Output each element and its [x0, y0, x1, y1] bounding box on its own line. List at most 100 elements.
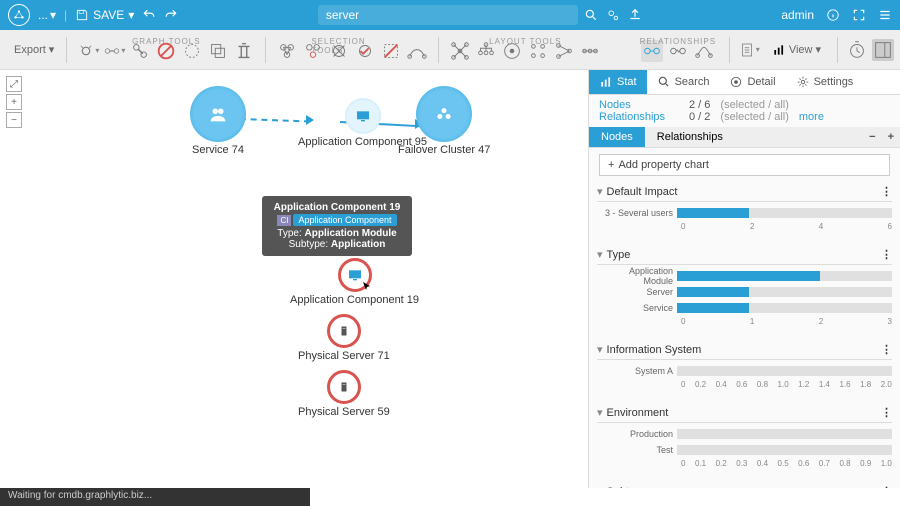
fit-button[interactable]: ⤢ — [6, 76, 22, 92]
info-button[interactable] — [826, 8, 840, 22]
tab-label: Stat — [617, 76, 637, 88]
section-label: RELATIONSHIPS — [640, 37, 716, 46]
chart-menu-button[interactable]: ⋮ — [881, 185, 892, 198]
chevron-down-icon: ▾ — [128, 8, 134, 22]
bar-track[interactable] — [677, 445, 892, 455]
x-axis: 0246 — [597, 222, 892, 231]
panel-toggle-tool[interactable] — [872, 39, 894, 61]
add-property-chart-button[interactable]: + Add property chart — [599, 154, 890, 176]
status-text: Waiting for cmdb.graphlytic.biz... — [8, 490, 152, 501]
rels-link[interactable]: Relationships — [599, 111, 679, 123]
view-button[interactable]: View ▾ — [764, 40, 829, 60]
bar-track[interactable] — [677, 287, 892, 297]
select-path-tool[interactable] — [406, 40, 428, 62]
chart-menu-button[interactable]: ⋮ — [881, 343, 892, 356]
export-button[interactable]: Export ▾ — [6, 40, 62, 59]
fullscreen-button[interactable] — [852, 8, 866, 22]
hamburger-button[interactable] — [878, 8, 892, 22]
chevron-down-icon[interactable]: ▾ — [597, 185, 603, 198]
gear-icon — [796, 75, 810, 89]
bar-track[interactable] — [677, 208, 892, 218]
divider — [66, 37, 67, 63]
layout-timeline-tool[interactable] — [579, 40, 601, 62]
nodes-link[interactable]: Nodes — [599, 99, 679, 111]
chevron-down-icon: ▾ — [50, 8, 56, 22]
zoom-out-button[interactable]: − — [6, 112, 22, 128]
plus-icon: + — [608, 159, 614, 171]
node-tooltip: Application Component 19 CIApplication C… — [262, 196, 412, 256]
bar-label: Test — [597, 445, 677, 455]
chart-title: Type — [607, 249, 631, 261]
document-tool[interactable]: ▾ — [738, 39, 760, 61]
divider — [837, 37, 838, 63]
chevron-down-icon[interactable]: ▾ — [597, 343, 603, 356]
node-phys-server-71[interactable]: Physical Server 71 — [298, 314, 390, 362]
user-label[interactable]: admin — [781, 8, 814, 22]
tab-detail[interactable]: Detail — [719, 70, 785, 94]
monitor-icon — [355, 108, 371, 124]
node-label: Physical Server 71 — [298, 350, 390, 362]
detail-icon — [729, 75, 743, 89]
upload-icon — [628, 8, 642, 22]
section-label: SELECTION TOOLS — [311, 37, 393, 55]
type-badge: Application Component — [293, 214, 396, 226]
subtab-relationships[interactable]: Relationships — [645, 127, 735, 147]
clone-tool[interactable] — [207, 40, 229, 62]
chevron-down-icon: ▾ — [49, 43, 55, 56]
subtabs: Nodes Relationships − + — [589, 127, 900, 148]
right-tools: RELATIONSHIPS ▾ View ▾ — [635, 37, 894, 63]
chart-menu-button[interactable]: ⋮ — [881, 406, 892, 419]
main-menu-dropdown[interactable]: ... ▾ — [38, 8, 56, 22]
zoom-in-button[interactable]: + — [6, 94, 22, 110]
expand-all-button[interactable]: + — [882, 131, 900, 143]
graph-tools-section: GRAPH TOOLS ▾ ▾ — [71, 38, 261, 62]
chart-default-impact: ▾Default Impact⋮ 3 - Several users 0246 — [597, 182, 892, 235]
chart-title: Information System — [607, 344, 702, 356]
bar-track[interactable] — [677, 303, 892, 313]
chevron-down-icon[interactable]: ▾ — [597, 248, 603, 261]
timer-tool[interactable] — [846, 39, 868, 61]
settings-gears-button[interactable] — [606, 5, 620, 25]
selection-stats: Nodes 2 / 6 (selected / all) Relationshi… — [589, 95, 900, 127]
save-button[interactable]: SAVE ▾ — [75, 8, 134, 22]
server-icon — [338, 378, 350, 396]
chevron-down-icon[interactable]: ▾ — [597, 406, 603, 419]
node-phys-server-59[interactable]: Physical Server 59 — [298, 370, 390, 418]
node-failover-47[interactable]: Failover Cluster 47 — [398, 86, 490, 156]
search-value: server — [326, 8, 570, 22]
redo-button[interactable] — [164, 8, 178, 22]
graph-canvas[interactable]: ⤢ + − Service 74 Application Component 9… — [0, 70, 588, 488]
type-label: Type: — [277, 228, 301, 239]
layout-force-tool[interactable] — [449, 40, 471, 62]
upload-button[interactable] — [628, 5, 642, 25]
search-box[interactable]: server — [318, 5, 578, 25]
tab-stat[interactable]: Stat — [589, 70, 647, 94]
chart-icon — [772, 43, 786, 57]
chart-menu-button[interactable]: ⋮ — [881, 485, 892, 488]
node-service-74[interactable]: Service 74 — [190, 86, 246, 156]
subtab-nodes[interactable]: Nodes — [589, 127, 645, 147]
node-app-comp-19[interactable]: Application Component 19 — [290, 258, 419, 306]
undo-button[interactable] — [142, 8, 156, 22]
delete-tool[interactable] — [233, 40, 255, 62]
tab-search[interactable]: Search — [647, 70, 720, 94]
add-node-tool[interactable]: ▾ — [77, 40, 99, 62]
tab-label: Detail — [747, 76, 775, 88]
search-submit-button[interactable] — [584, 5, 598, 25]
nodes-hint: (selected / all) — [720, 99, 788, 111]
more-link[interactable]: more — [799, 111, 824, 123]
select-all-tool[interactable] — [276, 40, 298, 62]
tab-settings[interactable]: Settings — [786, 70, 864, 94]
tooltip-title: Application Component 19 — [274, 202, 401, 213]
bar-track[interactable] — [677, 429, 892, 439]
app-logo[interactable] — [8, 4, 30, 26]
chevron-down-icon[interactable]: ▾ — [597, 485, 603, 488]
add-relation-tool[interactable]: ▾ — [103, 40, 125, 62]
chart-type: ▾Type⋮ Application Module Server Service… — [597, 245, 892, 330]
menu-label: ... — [38, 8, 48, 22]
collapse-all-button[interactable]: − — [863, 131, 881, 143]
gears-icon — [606, 8, 620, 22]
chart-menu-button[interactable]: ⋮ — [881, 248, 892, 261]
bar-track[interactable] — [677, 271, 892, 281]
bar-track[interactable] — [677, 366, 892, 376]
